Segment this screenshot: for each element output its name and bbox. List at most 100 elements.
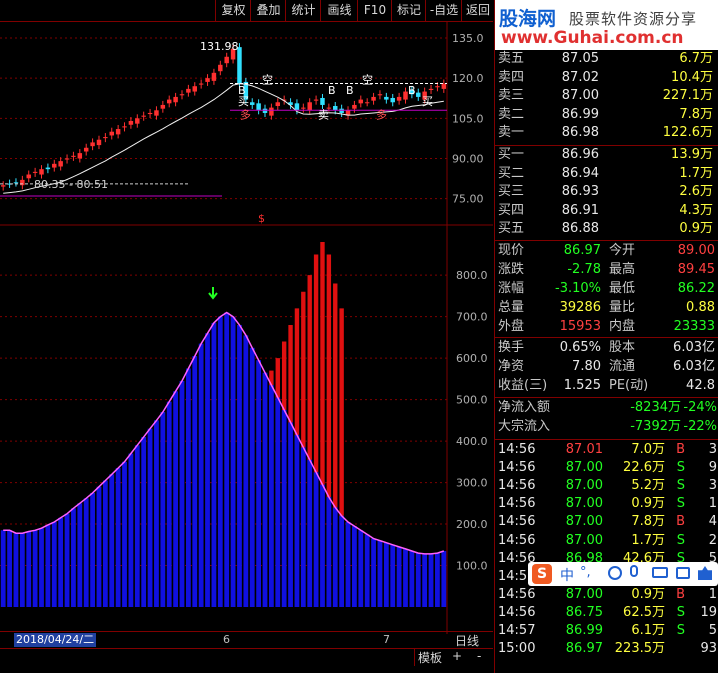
emoji-icon[interactable] [608,566,622,580]
candle-body [122,126,127,128]
stats2-row: 净资 7.80 流通 6.03亿 [495,358,718,376]
sogou-icon[interactable]: S [532,564,552,584]
indicator-blue-bar [269,385,274,607]
candle-body [135,118,140,124]
bid-row: 买二 86.94 1.7万 [495,165,718,183]
ask-label: 卖五 [498,51,525,66]
bid-volume: 2.6万 [679,184,713,199]
bid-row: 买一 86.96 13.9万 [495,146,718,164]
candle-body [307,102,312,111]
keyboard-icon[interactable] [652,567,668,578]
tick-count: 19 [700,604,717,620]
guhai-logo: 股海网 股票软件资源分享 www.Guhai.com.cn [495,0,718,50]
indicator-blue-bar [371,538,376,607]
stat-label-2: 最高 [609,262,636,277]
candle-body [313,99,319,101]
tools-icon[interactable] [698,566,712,580]
stat-value-2: 89.45 [677,262,715,277]
stat-label: 总量 [498,300,525,315]
bid-volume: 0.9万 [679,221,713,236]
flow-row: 大宗流入 -7392万 -22% [495,418,718,436]
candle-body [205,78,210,82]
tick-row: 14:56 87.00 7.8万 B 4 [495,513,718,531]
bid-label: 买五 [498,221,525,236]
indicator-blue-bar [71,508,76,607]
tick-volume: 0.9万 [631,586,665,602]
stat-value-2: 0.88 [686,300,715,315]
ask-row: 卖二 86.99 7.8万 [495,106,718,124]
candle-body [90,142,95,147]
kline-chart-area[interactable]: 135.0 120.0 105.0 90.00 75.00 131.98 80.35 - 8… [0,22,493,634]
signal-annotation: 多 [240,107,251,121]
ime-toolbar[interactable]: S 中 °, [528,562,718,586]
indicator-blue-bar [256,360,262,607]
price-tick-label: 90.00 [452,152,484,165]
voice-icon[interactable] [630,565,638,577]
indicator-blue-bar [7,530,12,607]
indicator-blue-bar [326,497,332,607]
ime-punct[interactable]: °, [580,565,591,580]
indicator-blue-bar [320,484,325,607]
indicator-blue-bar [313,472,319,607]
stat-label: 外盘 [498,319,525,334]
toolbar-button-7[interactable]: 返回 [461,0,494,21]
indicator-blue-bar [64,513,70,607]
stats2-separator [495,337,718,338]
indicator-blue-bar [237,324,242,607]
indicator-blue-bar [243,335,249,607]
candle-body [52,163,57,168]
indicator-blue-bar [364,534,370,607]
indicator-blue-bar [58,517,64,607]
ime-lang[interactable]: 中 [560,565,574,585]
toolbar-button-6[interactable]: -自选 [425,0,462,21]
toolbar-button-3[interactable]: 画线 [320,0,358,21]
indicator-blue-bar [77,503,83,607]
signal-annotation: 空 [362,73,373,87]
candle-body [13,182,19,184]
zoom-in-button[interactable]: + [452,649,462,663]
indicator-blue-bar [224,312,230,607]
stat-label: 涨幅 [498,281,525,296]
candle-body [77,153,83,159]
candle-body [83,147,89,152]
indicator-blue-bar [288,422,293,607]
bid-price: 86.93 [561,184,599,199]
stat-label-2: 内盘 [609,319,636,334]
toolbar-button-1[interactable]: 叠加 [250,0,286,21]
stat-value: 39286 [559,300,601,315]
toolbar-button-4[interactable]: F10 [357,0,392,21]
chart-svg[interactable]: 135.0 120.0 105.0 90.00 75.00 131.98 80.35 - 8… [0,22,493,634]
candle-body [428,88,434,90]
candle-body [58,161,63,167]
toolbar-button-2[interactable]: 统计 [285,0,321,21]
period-label[interactable]: 日线 [455,632,479,649]
skin-icon[interactable] [676,567,690,579]
candle-body [186,88,191,93]
price-tick-label: 120.0 [452,72,484,85]
indicator-blue-bar [102,480,108,607]
candle-body [20,179,25,186]
indicator-tick-label: 200.0 [456,518,488,531]
indicator-blue-bar [217,316,223,607]
candle-body [352,104,357,109]
date-label[interactable]: 2018/04/24/二 [14,633,97,647]
ask-volume: 7.8万 [679,106,713,122]
tick-volume: 7.0万 [631,442,665,457]
candle-body [128,121,134,125]
toolbar-button-5[interactable]: 标记 [391,0,426,21]
stat-label-2: 量比 [609,300,636,315]
indicator-tick-label: 100.0 [456,560,488,573]
tick-count: 1 [708,496,717,512]
tick-price: 86.99 [565,623,603,638]
zoom-out-button[interactable]: - [477,649,481,663]
month-6-label: 6 [223,633,230,646]
candle-body [147,112,153,115]
candle-body [262,108,268,113]
candle-body [275,102,281,107]
tick-count: 3 [708,442,717,457]
ask-row: 卖三 87.00 227.1万 [495,87,718,105]
tick-volume: 1.7万 [631,532,665,548]
template-button[interactable]: 模板 [414,649,445,666]
candle-body [192,86,197,92]
toolbar-button-0[interactable]: 复权 [215,0,251,21]
